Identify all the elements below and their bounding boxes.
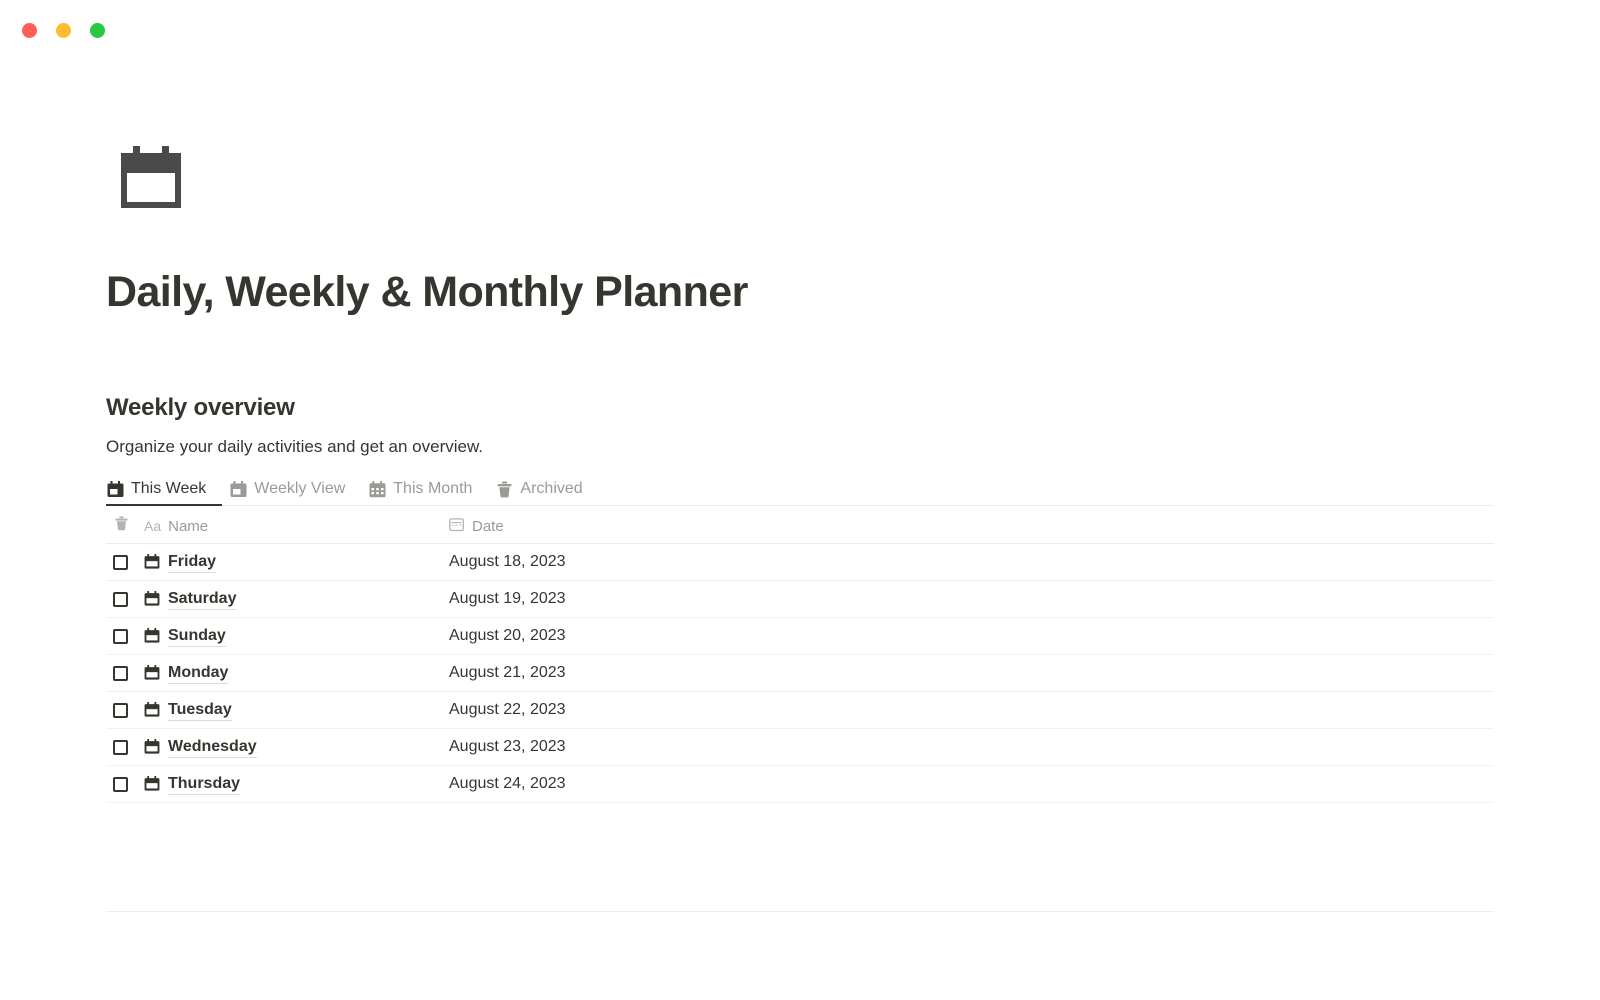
row-checkbox[interactable] (113, 739, 128, 755)
calendar-icon (144, 776, 160, 792)
date-icon (449, 517, 464, 536)
page-title: Daily, Weekly & Monthly Planner (106, 268, 748, 316)
row-name-label[interactable]: Tuesday (168, 700, 232, 721)
row-checkbox-cell[interactable] (106, 554, 144, 570)
page-calendar-icon (121, 146, 181, 208)
row-name-label[interactable]: Sunday (168, 626, 226, 647)
row-date-cell[interactable]: August 22, 2023 (449, 701, 566, 719)
tab-label: Weekly View (254, 480, 346, 497)
header-select-cell[interactable] (106, 516, 144, 536)
row-date-cell[interactable]: August 19, 2023 (449, 590, 566, 608)
row-date-cell[interactable]: August 23, 2023 (449, 738, 566, 756)
row-name-cell[interactable]: Sunday (144, 626, 449, 647)
row-name-cell[interactable]: Saturday (144, 589, 449, 610)
table-header-row: Aa Name Date (106, 509, 1494, 544)
row-checkbox[interactable] (113, 628, 128, 644)
trash-icon (496, 481, 513, 498)
table-row[interactable]: Monday August 21, 2023 (106, 655, 1494, 692)
table-body: Friday August 18, 2023 Saturday August 19,… (106, 544, 1494, 803)
row-date-cell[interactable]: August 21, 2023 (449, 664, 566, 682)
tab-this-month[interactable]: This Month (357, 479, 484, 506)
close-button[interactable] (22, 23, 37, 38)
column-header-label: Date (472, 517, 504, 535)
tab-label: This Week (131, 480, 207, 497)
row-checkbox-cell[interactable] (106, 739, 144, 755)
view-tabs: This Week Weekly View This Month Archive… (106, 474, 595, 506)
calendar-icon (144, 739, 160, 755)
row-name-cell[interactable]: Tuesday (144, 700, 449, 721)
calendar-icon (107, 480, 124, 498)
row-date-cell[interactable]: August 24, 2023 (449, 775, 566, 793)
minimize-button[interactable] (56, 23, 71, 38)
tab-archived[interactable]: Archived (484, 479, 594, 506)
app-window: Daily, Weekly & Monthly Planner Weekly o… (0, 0, 1600, 1000)
row-checkbox-cell[interactable] (106, 665, 144, 681)
active-tab-indicator (106, 504, 222, 506)
row-checkbox-cell[interactable] (106, 702, 144, 718)
row-name-cell[interactable]: Wednesday (144, 737, 449, 758)
section-heading: Weekly overview (106, 394, 295, 421)
maximize-button[interactable] (90, 23, 105, 38)
table-row[interactable]: Sunday August 20, 2023 (106, 618, 1494, 655)
row-name-cell[interactable]: Friday (144, 552, 449, 573)
column-header-label: Name (168, 517, 209, 535)
row-checkbox-cell[interactable] (106, 628, 144, 644)
text-type-icon: Aa (144, 518, 162, 534)
table-row[interactable]: Wednesday August 23, 2023 (106, 729, 1494, 766)
row-checkbox[interactable] (113, 702, 128, 718)
calendar-icon (144, 591, 160, 607)
calendar-icon (144, 702, 160, 718)
row-date-cell[interactable]: August 18, 2023 (449, 553, 566, 571)
trash-icon[interactable] (114, 516, 129, 536)
title-bar (0, 0, 1600, 62)
calendar-icon (144, 554, 160, 570)
row-name-label[interactable]: Friday (168, 552, 217, 573)
calendar-icon (144, 628, 160, 644)
table-row[interactable]: Thursday August 24, 2023 (106, 766, 1494, 803)
section-subtitle: Organize your daily activities and get a… (106, 437, 484, 456)
table-row[interactable]: Saturday August 19, 2023 (106, 581, 1494, 618)
row-name-label[interactable]: Monday (168, 663, 229, 684)
content-bottom-divider (106, 911, 1494, 912)
calendar-grid-icon (369, 480, 386, 498)
row-name-cell[interactable]: Monday (144, 663, 449, 684)
row-checkbox[interactable] (113, 591, 128, 607)
table-row[interactable]: Friday August 18, 2023 (106, 544, 1494, 581)
row-name-label[interactable]: Wednesday (168, 737, 257, 758)
row-name-label[interactable]: Saturday (168, 589, 237, 610)
row-checkbox-cell[interactable] (106, 776, 144, 792)
column-header-date[interactable]: Date (449, 517, 504, 536)
row-name-cell[interactable]: Thursday (144, 774, 449, 795)
row-checkbox[interactable] (113, 554, 128, 570)
window-controls (22, 23, 105, 38)
row-checkbox[interactable] (113, 776, 128, 792)
calendar-icon (144, 665, 160, 681)
row-date-cell[interactable]: August 20, 2023 (449, 627, 566, 645)
column-header-name[interactable]: Aa Name (144, 518, 449, 535)
tab-this-week[interactable]: This Week (106, 479, 218, 506)
row-checkbox-cell[interactable] (106, 591, 144, 607)
calendar-icon (230, 480, 247, 498)
planner-table: Aa Name Date Friday August 18, 2023 Satu… (106, 509, 1494, 803)
row-checkbox[interactable] (113, 665, 128, 681)
tab-weekly-view[interactable]: Weekly View (218, 479, 357, 506)
tabs-divider (106, 505, 1494, 506)
tab-label: Archived (520, 480, 583, 497)
tab-label: This Month (393, 480, 473, 497)
row-name-label[interactable]: Thursday (168, 774, 241, 795)
table-row[interactable]: Tuesday August 22, 2023 (106, 692, 1494, 729)
